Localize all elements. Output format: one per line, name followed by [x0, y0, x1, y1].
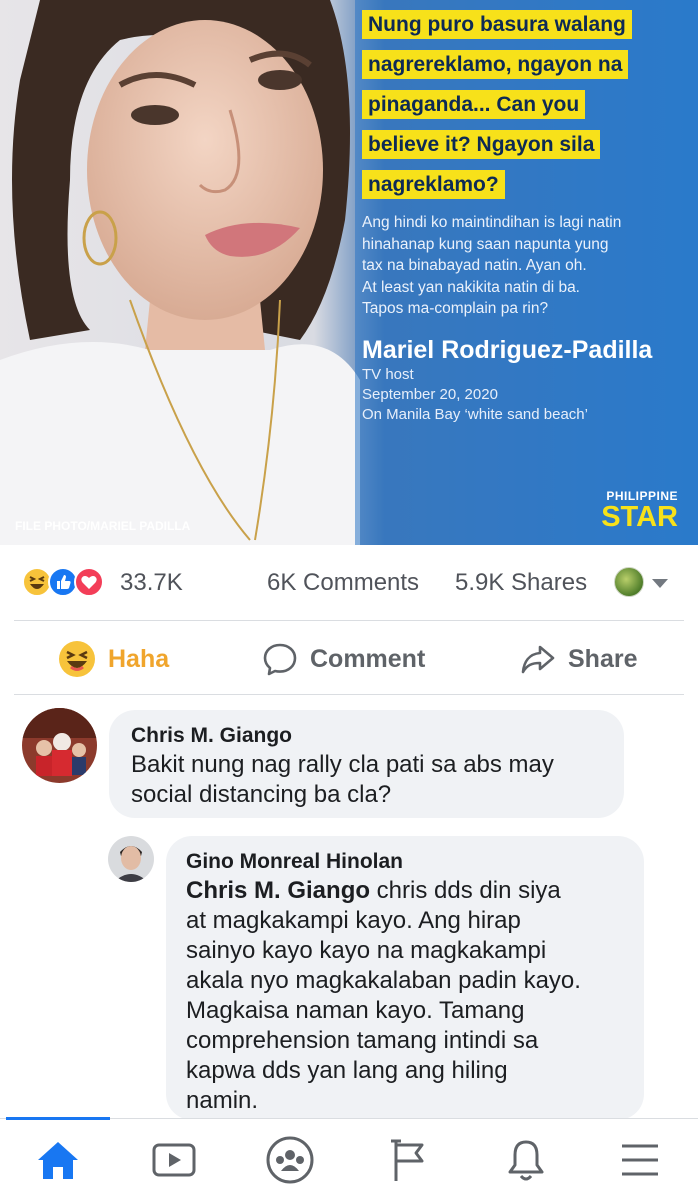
reaction-count[interactable]: 33.7K	[120, 569, 183, 597]
comment-button[interactable]: Comment	[262, 636, 425, 682]
reply-first-line: Chris M. Giango chris dds din siya	[186, 876, 624, 906]
comment-text-line: Bakit nung nag rally cla pati sa abs may	[131, 751, 554, 778]
commenter-name[interactable]: Chris M. Giango	[131, 722, 602, 750]
post-image[interactable]: Nung puro basura walang nagrereklamo, ng…	[0, 0, 698, 545]
commenter-photo	[22, 708, 97, 783]
active-tab-indicator	[6, 1117, 110, 1120]
comments-count[interactable]: 6K Comments	[267, 569, 419, 597]
reply-text: chris dds din siya	[370, 877, 561, 904]
headline-line: Nung puro basura walang	[362, 10, 632, 39]
quote-body: Ang hindi ko maintindihan is lagi natin …	[362, 212, 662, 320]
comment-text-line: social distancing ba cla?	[131, 781, 392, 808]
body-line: Tapos ma-complain pa rin?	[362, 300, 549, 317]
comment-icon	[263, 643, 297, 676]
quote-author: Mariel Rodriguez-Padilla	[362, 335, 653, 364]
post-stats-row: 33.7K 6K Comments 5.9K Shares	[0, 555, 698, 615]
headline-line: believe it? Ngayon sila	[362, 130, 601, 159]
pages-flag-icon[interactable]	[378, 1133, 438, 1187]
comment-text-line: namin.	[186, 1087, 259, 1114]
body-line: tax na binabayad natin. Ayan oh.	[362, 257, 587, 274]
haha-label: Haha	[108, 644, 170, 673]
share-arrow-icon	[521, 645, 555, 674]
comment-text-line: comprehension tamang intindi sa	[186, 1027, 539, 1054]
notifications-bell-icon[interactable]	[496, 1133, 556, 1187]
headline-line: nagrereklamo, ngayon na	[362, 50, 629, 79]
shares-count[interactable]: 5.9K Shares	[455, 569, 587, 597]
body-line: At least yan nakikita natin di ba.	[362, 278, 580, 296]
haha-reaction-button[interactable]: Haha	[58, 636, 169, 682]
comment-bubble[interactable]: Chris M. Giango Bakit nung nag rally cla…	[109, 710, 624, 818]
headline-line: pinaganda... Can you	[362, 90, 586, 119]
love-icon	[74, 567, 104, 597]
home-icon[interactable]	[28, 1133, 88, 1187]
comment-text-line: sainyo kayo kayo na magkakampi	[186, 937, 547, 964]
comment-text-line: kapwa dds yan lang ang hiling	[186, 1057, 508, 1084]
body-line: hinahanap kung saan napunta yung	[362, 235, 609, 253]
comment-text-line: at magkakampi kayo. Ang hirap	[186, 907, 521, 934]
body-line: Ang hindi ko maintindihan is lagi natin	[362, 214, 622, 231]
headline-line: nagreklamo?	[362, 170, 505, 199]
chevron-down-icon[interactable]	[652, 579, 668, 588]
share-button[interactable]: Share	[520, 636, 637, 682]
divider	[14, 694, 684, 695]
quote-context: On Manila Bay ‘white sand beach’	[362, 405, 588, 423]
bottom-navigation-bar	[0, 1117, 698, 1200]
menu-icon[interactable]	[610, 1133, 670, 1187]
reply-bubble[interactable]: Gino Monreal Hinolan Chris M. Giango chr…	[166, 836, 644, 1120]
reaction-icons[interactable]	[22, 567, 114, 597]
divider	[14, 620, 684, 621]
groups-icon[interactable]	[260, 1133, 320, 1187]
avatar[interactable]	[22, 708, 97, 783]
comment-text-line: akala nyo magkakalaban padin kayo.	[186, 967, 581, 994]
philippine-star-logo: PHILIPPINE STAR	[601, 489, 678, 533]
replier-photo	[108, 836, 154, 882]
quote-date: September 20, 2020	[362, 385, 498, 403]
avatar[interactable]	[108, 836, 154, 882]
comment-text-line: Magkaisa naman kayo. Tamang	[186, 997, 525, 1024]
haha-icon	[59, 641, 95, 677]
watch-icon[interactable]	[144, 1133, 204, 1187]
share-label: Share	[568, 644, 638, 673]
logo-bottom-text: STAR	[601, 501, 678, 533]
comment-label: Comment	[310, 644, 426, 673]
quote-headline: Nung puro basura walang nagrereklamo, ng…	[362, 10, 692, 210]
author-role: TV host	[362, 365, 414, 383]
photo-credit: FILE PHOTO/MARIEL PADILLA	[15, 519, 191, 533]
replier-name[interactable]: Gino Monreal Hinolan	[186, 848, 624, 876]
quote-block: Nung puro basura walang nagrereklamo, ng…	[362, 10, 692, 425]
reaction-selector-avatar[interactable]	[614, 567, 644, 597]
mention-link[interactable]: Chris M. Giango	[186, 877, 370, 904]
